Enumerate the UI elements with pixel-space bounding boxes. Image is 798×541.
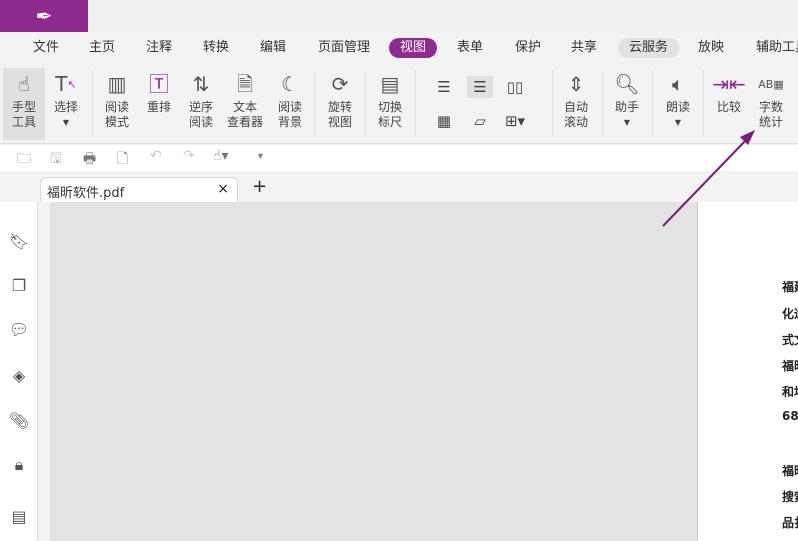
annotation-arrow bbox=[662, 130, 755, 227]
